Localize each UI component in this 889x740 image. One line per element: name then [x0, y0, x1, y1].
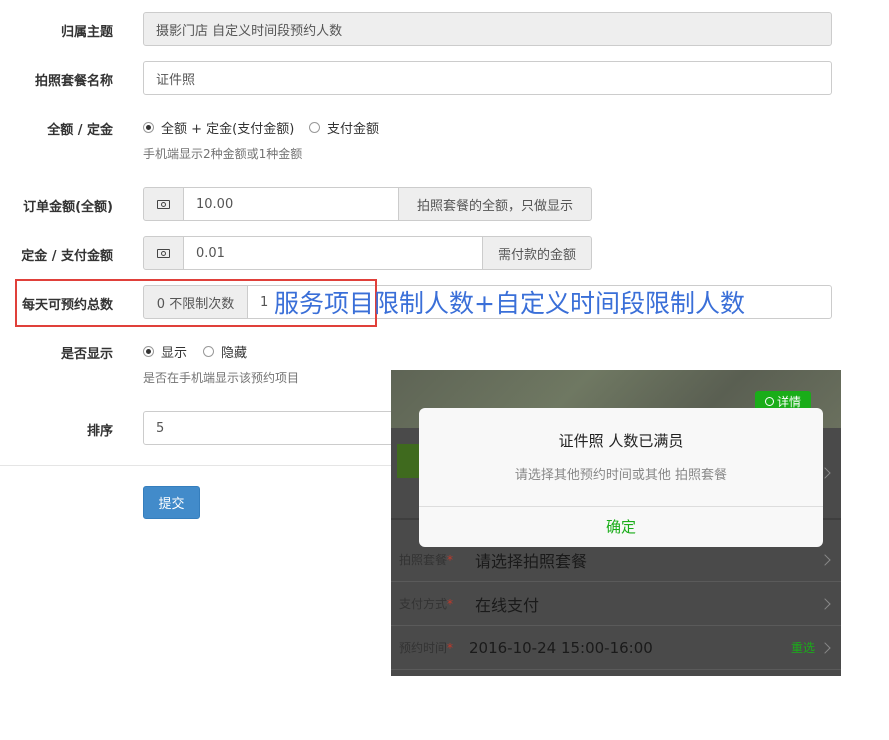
phone-row-time-value: 2016-10-24 15:00-16:00	[469, 638, 653, 657]
phone-row-payment-label: 支付方式*	[399, 597, 454, 611]
radio-unchecked-icon[interactable]	[309, 122, 320, 133]
order-amount-label: 订单金额(全额)	[23, 200, 113, 215]
money-icon	[157, 248, 170, 258]
chevron-right-icon	[819, 597, 831, 610]
phone-row-package-value: 请选择拍照套餐	[475, 551, 588, 571]
theme-field[interactable]: 摄影门店 自定义时间段预约人数	[143, 12, 832, 46]
display-option-hide[interactable]: 隐藏	[203, 342, 247, 361]
phone-row-time[interactable]: 预约时间* 2016-10-24 15:00-16:00 重选	[391, 626, 841, 670]
dialog-title: 证件照 人数已满员	[558, 432, 684, 450]
dialog-divider	[419, 506, 823, 507]
amount-type-option-pay[interactable]: 支付金额	[309, 118, 379, 137]
chevron-right-icon	[819, 641, 831, 654]
amount-type-option-pay-label: 支付金额	[327, 122, 380, 137]
amount-type-option-full-label: 全额 + 定金(支付金额)	[161, 122, 295, 137]
reselect-link[interactable]: 重选	[791, 639, 815, 656]
phone-row-package-label: 拍照套餐*	[399, 553, 454, 567]
full-dialog: 证件照 人数已满员 请选择其他预约时间或其他 拍照套餐 确定	[419, 408, 823, 547]
package-name-label: 拍照套餐名称	[34, 74, 113, 89]
detail-badge-label: 详情	[776, 394, 801, 409]
deposit-suffix: 需付款的金额	[482, 236, 592, 270]
dialog-confirm-button[interactable]: 确定	[419, 516, 823, 537]
phone-row-payment[interactable]: 支付方式* 在线支付	[391, 582, 841, 626]
sort-input[interactable]: 5	[143, 411, 403, 445]
display-label: 是否显示	[60, 347, 113, 362]
order-amount-suffix: 拍照套餐的全额，只做显示	[398, 187, 592, 221]
dialog-message: 请选择其他预约时间或其他 拍照套餐	[514, 468, 728, 483]
sort-label: 排序	[86, 424, 113, 439]
phone-row-payment-value: 在线支付	[475, 595, 540, 615]
order-amount-input[interactable]: 10.00	[183, 187, 399, 221]
display-option-show-label: 显示	[161, 346, 188, 361]
display-help: 是否在手机端显示该预约项目	[143, 371, 300, 385]
display-option-hide-label: 隐藏	[221, 346, 248, 361]
deposit-input[interactable]: 0.01	[183, 236, 483, 270]
amount-type-option-full[interactable]: 全额 + 定金(支付金额)	[143, 118, 294, 137]
radio-unchecked-icon[interactable]	[203, 346, 214, 357]
phone-row-time-label: 预约时间*	[399, 641, 454, 655]
display-option-show[interactable]: 显示	[143, 342, 187, 361]
amount-type-help: 手机端显示2种金额或1种金额	[143, 147, 303, 161]
order-amount-prefix	[143, 187, 184, 221]
deposit-label: 定金 / 支付金额	[21, 249, 113, 264]
form-divider	[0, 465, 391, 466]
radio-checked-icon[interactable]	[143, 122, 154, 133]
theme-label: 归属主题	[60, 25, 113, 40]
info-icon	[764, 396, 774, 406]
submit-button[interactable]: 提交	[143, 486, 200, 519]
money-icon	[157, 199, 170, 209]
amount-type-label: 全额 / 定金	[47, 123, 113, 138]
package-name-input[interactable]: 证件照	[143, 61, 832, 95]
annotation-text: 服务项目限制人数+自定义时间段限制人数	[274, 289, 745, 318]
deposit-prefix	[143, 236, 184, 270]
radio-checked-icon[interactable]	[143, 346, 154, 357]
chevron-right-icon	[819, 553, 831, 566]
